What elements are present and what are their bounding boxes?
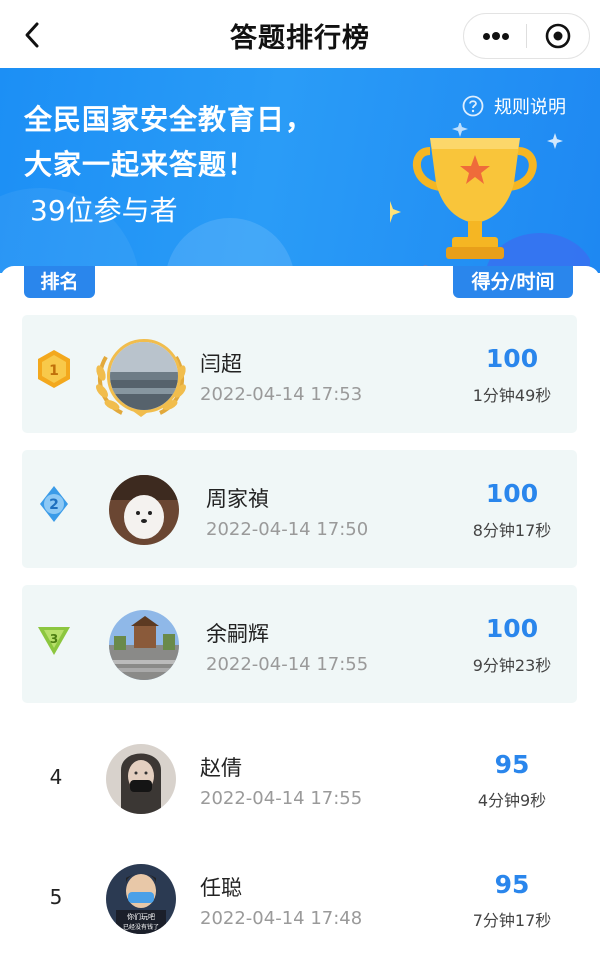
duration: 1分钟49秒	[472, 386, 552, 405]
score-value: 95	[494, 750, 530, 779]
avatar[interactable]	[107, 339, 181, 413]
rank-number: 4	[49, 765, 63, 789]
avatar-caption: 已经没有钱了	[123, 923, 159, 931]
submit-time: 2022-04-14 17:48	[200, 908, 363, 929]
avatar-image: 你们玩吧 已经没有钱了	[106, 864, 176, 934]
rules-link[interactable]: 规则说明	[462, 93, 566, 119]
score-value: 95	[494, 870, 530, 899]
hero-banner: 全民国家安全教育日， 大家一起来答题！ 39位参与者 规则说明	[0, 68, 600, 273]
banner-headline-line2: 大家一起来答题！	[24, 148, 257, 181]
more-dots-icon	[502, 33, 509, 40]
score-value: 100	[485, 344, 539, 373]
green-medal-icon: 3	[38, 627, 70, 655]
more-dots-icon	[492, 32, 500, 40]
submit-time: 2022-04-14 17:55	[200, 788, 363, 809]
duration: 9分钟23秒	[472, 656, 552, 675]
more-menu-button[interactable]	[464, 14, 526, 58]
participant-name: 余嗣辉	[206, 622, 269, 646]
mini-program-capsule	[463, 13, 590, 59]
rules-label: 规则说明	[494, 97, 566, 118]
ranking-row[interactable]: 2 周家禎 2022-04-14 17:50 100 8分钟17秒	[22, 450, 577, 568]
avatar-image	[110, 342, 178, 410]
avatar[interactable]	[109, 610, 179, 680]
target-circle-icon	[545, 23, 571, 49]
avatar[interactable]	[106, 744, 176, 814]
ranking-row[interactable]: 3 余嗣辉 2022-04-14 17:55 100 9分钟23秒	[22, 585, 577, 703]
duration: 4分钟9秒	[477, 791, 547, 810]
ranking-row[interactable]: 5 你们玩吧 已经没有钱了 任聪 2022-04-14 17:48 95 7分钟…	[22, 840, 577, 958]
duration: 8分钟17秒	[472, 521, 552, 540]
score-value: 100	[485, 479, 539, 508]
participant-name: 周家禎	[206, 487, 269, 511]
question-circle-icon	[462, 95, 484, 117]
avatar-image	[109, 610, 179, 680]
banner-headline-line1: 全民国家安全教育日，	[24, 103, 315, 136]
blue-medal-icon: 2	[40, 486, 68, 522]
avatar-image	[106, 744, 176, 814]
rank-number: 5	[49, 885, 63, 909]
banner-decoration	[165, 218, 295, 273]
participant-name: 闫超	[200, 352, 242, 376]
participant-count: 39位参与者	[30, 194, 178, 227]
avatar-image	[109, 475, 179, 545]
avatar[interactable]: 你们玩吧 已经没有钱了	[106, 864, 176, 934]
participant-name: 任聪	[200, 876, 242, 900]
svg-text:1: 1	[49, 363, 59, 379]
close-miniprogram-button[interactable]	[527, 14, 589, 58]
ranking-row[interactable]: 4 赵倩 2022-04-14 17:55 95 4分钟9秒	[22, 720, 577, 838]
avatar-caption: 你们玩吧	[127, 912, 155, 921]
svg-text:2: 2	[49, 497, 59, 513]
svg-text:3: 3	[50, 632, 58, 646]
submit-time: 2022-04-14 17:53	[200, 384, 363, 405]
avatar[interactable]	[109, 475, 179, 545]
trophy-icon	[390, 123, 590, 273]
participant-name: 赵倩	[200, 756, 242, 780]
submit-time: 2022-04-14 17:50	[206, 519, 369, 540]
more-dots-icon	[483, 33, 490, 40]
submit-time: 2022-04-14 17:55	[206, 654, 369, 675]
nav-bar: 答题排行榜	[0, 0, 600, 68]
score-value: 100	[485, 614, 539, 643]
ranking-row[interactable]: 1 闫超 2022-04-14 17:53 100 1分钟49秒	[22, 315, 577, 433]
column-header-rank: 排名	[24, 266, 95, 298]
gold-medal-icon: 1	[38, 350, 70, 388]
column-header-score-time: 得分/时间	[453, 266, 573, 298]
duration: 7分钟17秒	[472, 911, 552, 930]
